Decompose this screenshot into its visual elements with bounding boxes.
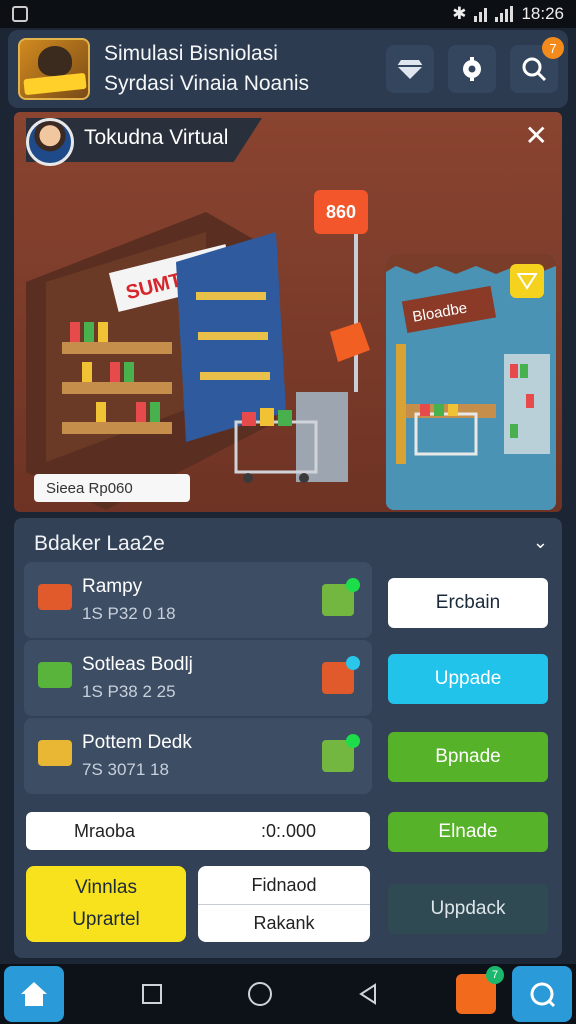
item-status-icon — [322, 578, 360, 616]
action-button-5[interactable]: Uppdack — [388, 884, 548, 934]
item-value: 7S 3071 18 — [82, 760, 169, 779]
upgrade-section: Bdaker Laa2e ⌄ Rampy 1S P32 0 18 Sotleas… — [14, 518, 562, 958]
item-name: Pottem Dedk — [82, 732, 192, 753]
cog-icon — [463, 57, 481, 81]
shop-icon[interactable]: 7 — [456, 966, 504, 1014]
section-title: Bdaker Laa2e — [34, 532, 165, 555]
virtual-upgrade-button[interactable]: Vinnlas Uprartel — [26, 866, 186, 942]
settings-button[interactable] — [448, 45, 496, 93]
header-bar: Simulasi Bisniolasi Syrdasi Vinaia Noani… — [8, 30, 568, 108]
item-status-icon — [322, 656, 360, 694]
home-button[interactable] — [4, 966, 64, 1022]
option-top-button[interactable]: Fidnaod — [198, 866, 370, 904]
header-titles: Simulasi Bisniolasi Syrdasi Vinaia Noani… — [104, 42, 386, 96]
item-thumb-icon — [38, 584, 72, 610]
filter-pin-button[interactable] — [510, 264, 544, 298]
notification-icon — [12, 6, 28, 22]
value-bar[interactable]: Mraoba :0:.000 — [26, 812, 370, 850]
diamond-button[interactable] — [386, 45, 434, 93]
action-button-1[interactable]: Ercbain — [388, 578, 548, 628]
search-button[interactable]: 7 — [510, 37, 564, 93]
item-name: Sotleas Bodlj — [82, 654, 193, 675]
status-bar: ✱ 18:26 — [0, 0, 576, 28]
back-icon[interactable] — [357, 983, 379, 1005]
store-title: Tokudna Virtual — [84, 126, 229, 149]
price-tag: 860 — [314, 190, 368, 234]
value-bar-value: :0:.000 — [260, 820, 316, 841]
close-icon[interactable]: ✕ — [525, 122, 548, 150]
action-button-4[interactable]: Elnade — [388, 812, 548, 852]
game-logo[interactable] — [18, 38, 90, 100]
notification-badge: 7 — [542, 37, 564, 59]
system-home-icon[interactable] — [247, 981, 273, 1007]
yellow-btn-line1: Vinnlas — [75, 877, 137, 898]
shop-badge: 7 — [486, 966, 504, 984]
action-button-3[interactable]: Bpnade — [388, 732, 548, 782]
alt-store-card[interactable]: Bloadbe — [386, 254, 556, 510]
item-thumb-icon — [38, 740, 72, 766]
value-bar-label: Mraoba — [74, 820, 136, 841]
home-icon — [21, 982, 47, 1006]
header-title-line2: Syrdasi Vinaia Noanis — [104, 72, 310, 95]
item-value: 1S P38 2 25 — [82, 682, 176, 701]
upgrade-item[interactable]: Sotleas Bodlj 1S P38 2 25 — [24, 640, 372, 716]
item-status-icon — [322, 734, 360, 772]
player-avatar[interactable] — [26, 118, 74, 166]
bluetooth-icon: ✱ — [452, 4, 467, 23]
item-thumb-icon — [38, 662, 72, 688]
help-icon — [530, 982, 556, 1008]
filter-icon — [517, 273, 537, 290]
item-name: Rampy — [82, 576, 143, 597]
status-time: 18:26 — [521, 4, 564, 23]
navigation-bar: 7 — [0, 964, 576, 1024]
item-value: 1S P32 0 18 — [82, 604, 176, 623]
signal-icon — [495, 6, 514, 22]
chevron-down-icon[interactable]: ⌄ — [533, 532, 548, 553]
header-title-line1: Simulasi Bisniolasi — [104, 42, 278, 65]
option-stack: Fidnaod Rakank — [198, 866, 370, 942]
help-button[interactable] — [512, 966, 572, 1022]
store-panel: Tokudna Virtual ✕ SUMTILEA 860 Bloadbe S… — [14, 112, 562, 512]
option-bottom-button[interactable]: Rakank — [198, 904, 370, 942]
wifi-icon — [474, 6, 488, 22]
store-value-field[interactable]: Sieea Rp060 — [34, 474, 190, 502]
search-icon — [522, 57, 547, 82]
register-machine — [296, 392, 348, 482]
yellow-btn-line2: Uprartel — [72, 909, 140, 930]
recent-apps-icon[interactable] — [141, 983, 163, 1005]
diamond-icon — [397, 60, 423, 79]
upgrade-item[interactable]: Rampy 1S P32 0 18 — [24, 562, 372, 638]
action-button-2[interactable]: Uppade — [388, 654, 548, 704]
upgrade-item[interactable]: Pottem Dedk 7S 3071 18 — [24, 718, 372, 794]
